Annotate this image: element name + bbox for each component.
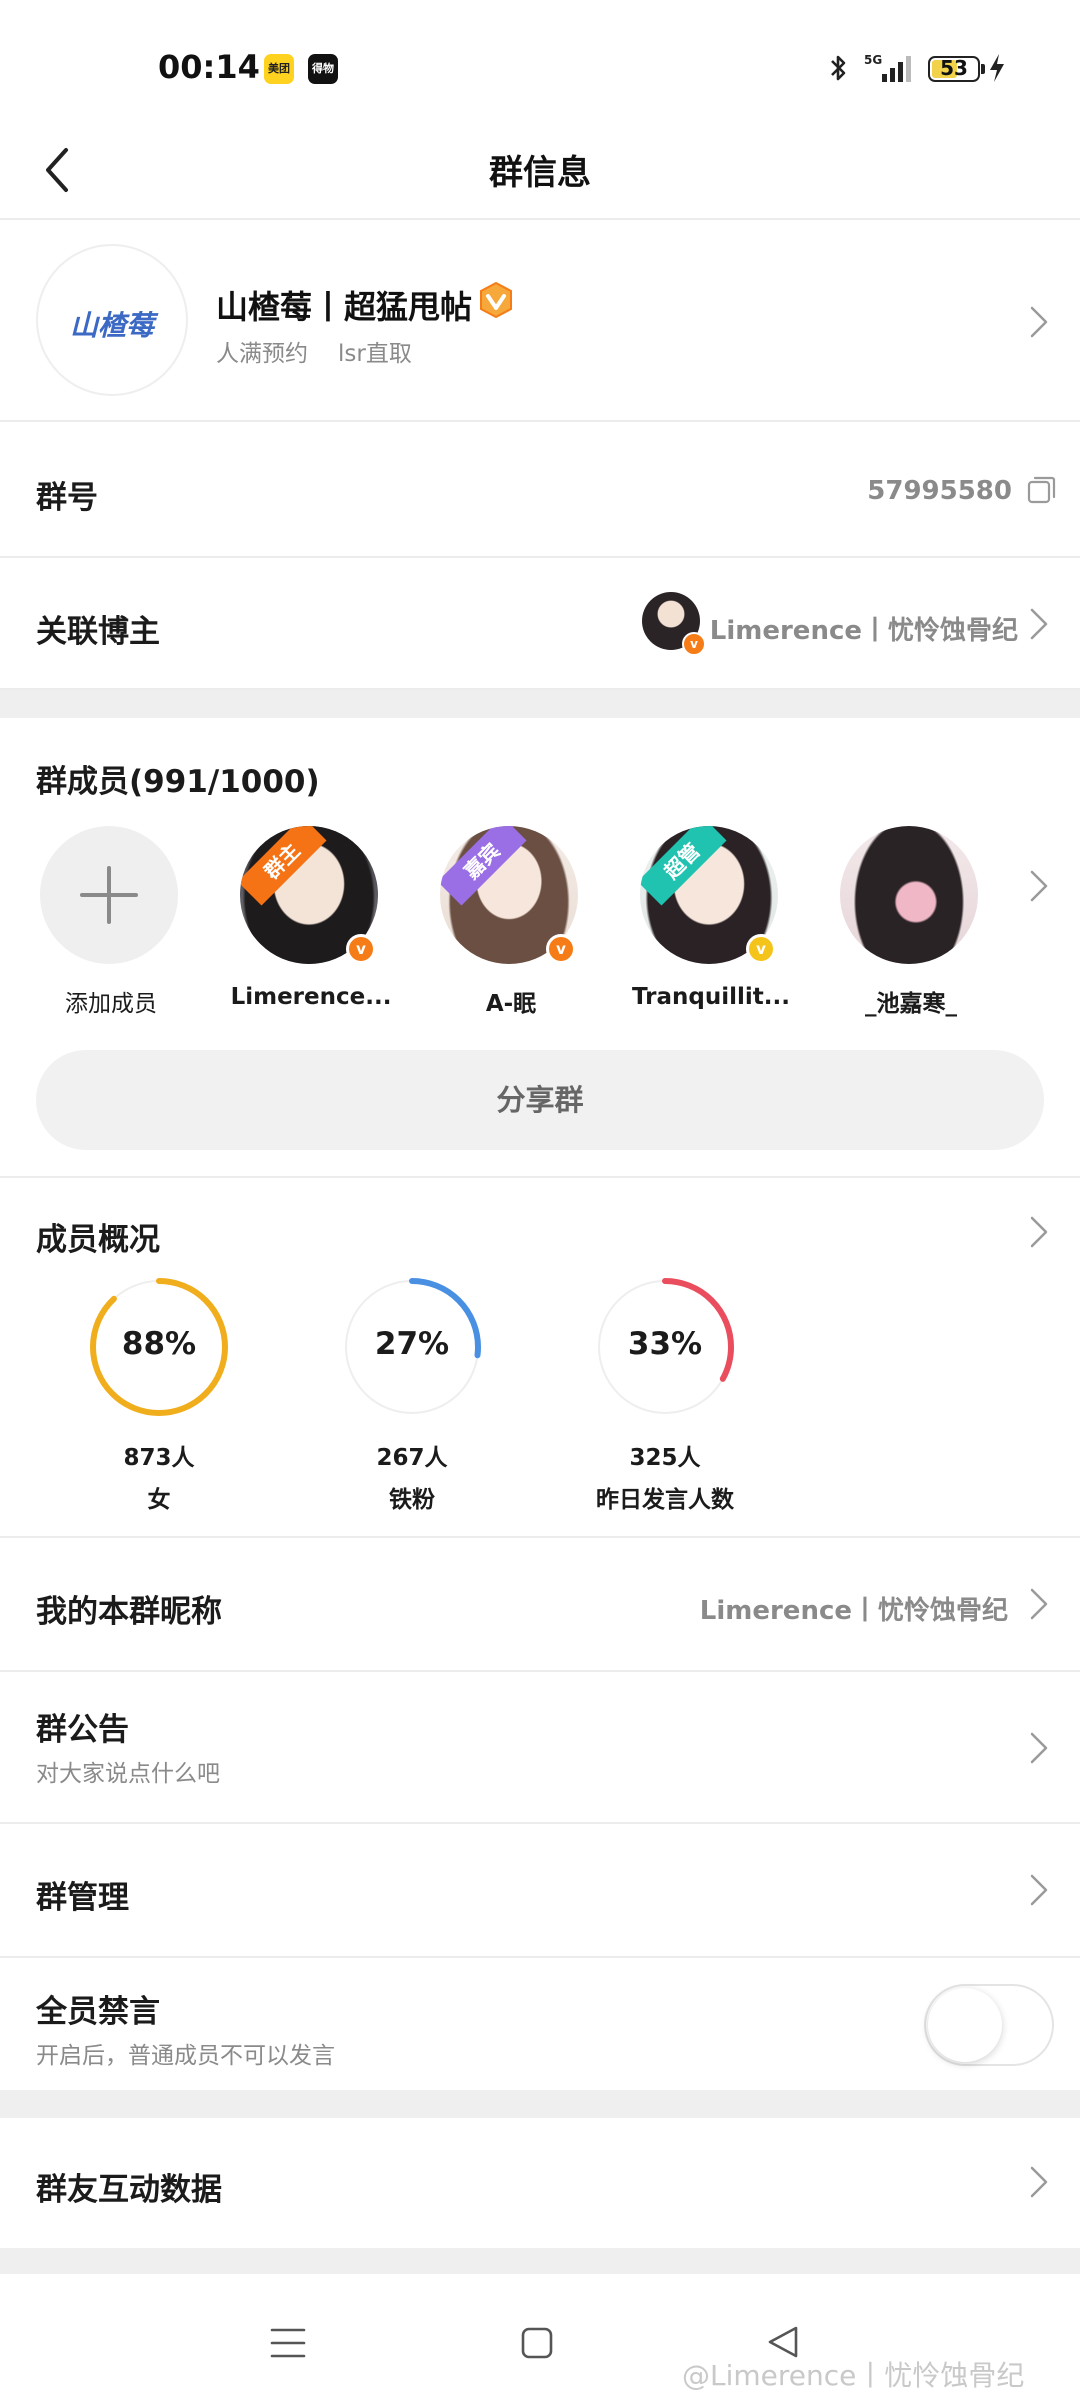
notice-label: 群公告 [36,1712,129,1748]
group-number-label: 群号 [36,480,98,516]
interaction-data-row[interactable]: 群友互动数据 [0,2118,1080,2248]
dewu-app-icon: 得物 [308,54,338,84]
group-number-row: 群号 57995580 [0,424,1080,558]
svg-text:5G: 5G [864,53,882,67]
group-avatar[interactable]: 山楂莓 [36,244,188,396]
battery-level: 53 [940,56,968,80]
linked-blogger-name: Limerence丨忧怜蚀骨纪 [709,616,1018,646]
verified-v-icon: v [746,934,776,964]
group-tag: lsr直取 [338,341,412,367]
chevron-right-icon [1030,1588,1048,1620]
stat-count: 267人 [376,1445,448,1471]
mute-all-label: 全员禁言 [36,1994,160,2030]
verified-v-icon: v [682,632,706,656]
nickname-value: Limerence丨忧怜蚀骨纪 [699,1596,1008,1626]
group-manage-row[interactable]: 群管理 [0,1824,1080,1958]
stat-percent: 88% [121,1326,197,1362]
chevron-right-icon[interactable] [1028,868,1050,904]
mute-all-toggle[interactable] [924,1984,1054,2066]
chevron-right-icon [1030,1732,1048,1764]
mute-all-row: 全员禁言 开启后，普通成员不可以发言 [0,1958,1080,2090]
signal-5g-icon: 5G [864,53,911,82]
stat-ring: 33% [594,1276,736,1418]
divider [0,1176,1080,1178]
member-item[interactable]: 超管 v Tranquillit... [632,826,790,1016]
stat-count: 325人 [629,1445,701,1471]
linked-blogger-row[interactable]: 关联博主 Limerence丨忧怜蚀骨纪 [0,558,1080,690]
members-title: 群成员(991/1000) [36,764,320,800]
chevron-right-icon [1030,608,1048,640]
member-name: A-眠 [485,991,537,1017]
home-square-icon[interactable] [520,2326,554,2360]
nickname-label: 我的本群昵称 [36,1594,222,1630]
group-avatar-text: 山楂莓 [69,309,154,342]
battery-icon: 53 [928,56,985,82]
member-item[interactable]: 嘉宾 v A-眠 [436,826,586,1017]
chevron-right-icon [1030,2166,1048,2198]
overview-title: 成员概况 [36,1222,160,1258]
bluetooth-icon [831,55,846,81]
stat-ring: 88% [88,1276,230,1418]
meituan-app-icon: 美团 [264,54,294,84]
add-member-label: 添加成员 [65,991,157,1017]
blogger-avatar[interactable]: v [642,592,706,656]
stat-label: 铁粉 [389,1487,435,1513]
stat-percent: 33% [627,1326,703,1362]
manage-label: 群管理 [36,1880,129,1916]
page-title: 群信息 [489,153,591,193]
stat-label: 女 [147,1487,171,1513]
stat-percent: 27% [374,1326,450,1362]
member-item[interactable]: 群主 v Limerence... [231,826,391,1016]
stat-count: 873人 [123,1445,195,1471]
share-group-button[interactable]: 分享群 [36,1050,1044,1150]
group-name: 山楂莓丨超猛甩帖 [216,288,473,326]
verified-v-icon: v [546,934,576,964]
plus-icon [40,826,178,964]
member-avatar [840,826,978,964]
stat-ring: 27% [341,1276,483,1418]
group-number-value: 57995580 [867,476,1012,506]
chevron-right-icon [1030,1874,1048,1906]
copy-icon[interactable] [1026,474,1058,506]
linked-blogger-label: 关联博主 [36,614,160,650]
section-gap [0,2248,1080,2274]
section-gap [0,2090,1080,2118]
chevron-right-icon [1030,306,1048,338]
nickname-row[interactable]: 我的本群昵称 Limerence丨忧怜蚀骨纪 [0,1538,1080,1672]
charging-bolt-icon [990,54,1004,82]
group-header[interactable]: 山楂莓 山楂莓丨超猛甩帖 人满预约 lsr直取 [0,222,1080,422]
group-notice-row[interactable]: 群公告 对大家说点什么吧 [0,1672,1080,1824]
status-bar: 00:14 美团 得物 5G 53 [0,0,1080,120]
member-name: Tranquillit... [632,984,790,1010]
mute-all-sub: 开启后，普通成员不可以发言 [36,2043,335,2069]
menu-icon[interactable] [270,2326,306,2360]
verified-v-icon: v [346,934,376,964]
member-item[interactable]: _池嘉寒_ [836,826,986,1017]
notice-sub: 对大家说点什么吧 [36,1761,220,1787]
add-member-button[interactable]: 添加成员 [36,826,186,1017]
section-gap [0,690,1080,718]
nav-bar: 群信息 [0,120,1080,220]
group-tag: 人满预约 [216,341,308,367]
chevron-right-icon[interactable] [1028,1214,1050,1250]
verified-badge-icon [480,281,512,319]
interaction-label: 群友互动数据 [36,2172,222,2208]
status-time: 00:14 [158,48,260,86]
member-name: _池嘉寒_ [865,991,957,1017]
stat-label: 昨日发言人数 [596,1487,734,1513]
member-name: Limerence... [230,984,392,1010]
watermark-text: @Limerence丨忧怜蚀骨纪 [682,2359,1025,2392]
